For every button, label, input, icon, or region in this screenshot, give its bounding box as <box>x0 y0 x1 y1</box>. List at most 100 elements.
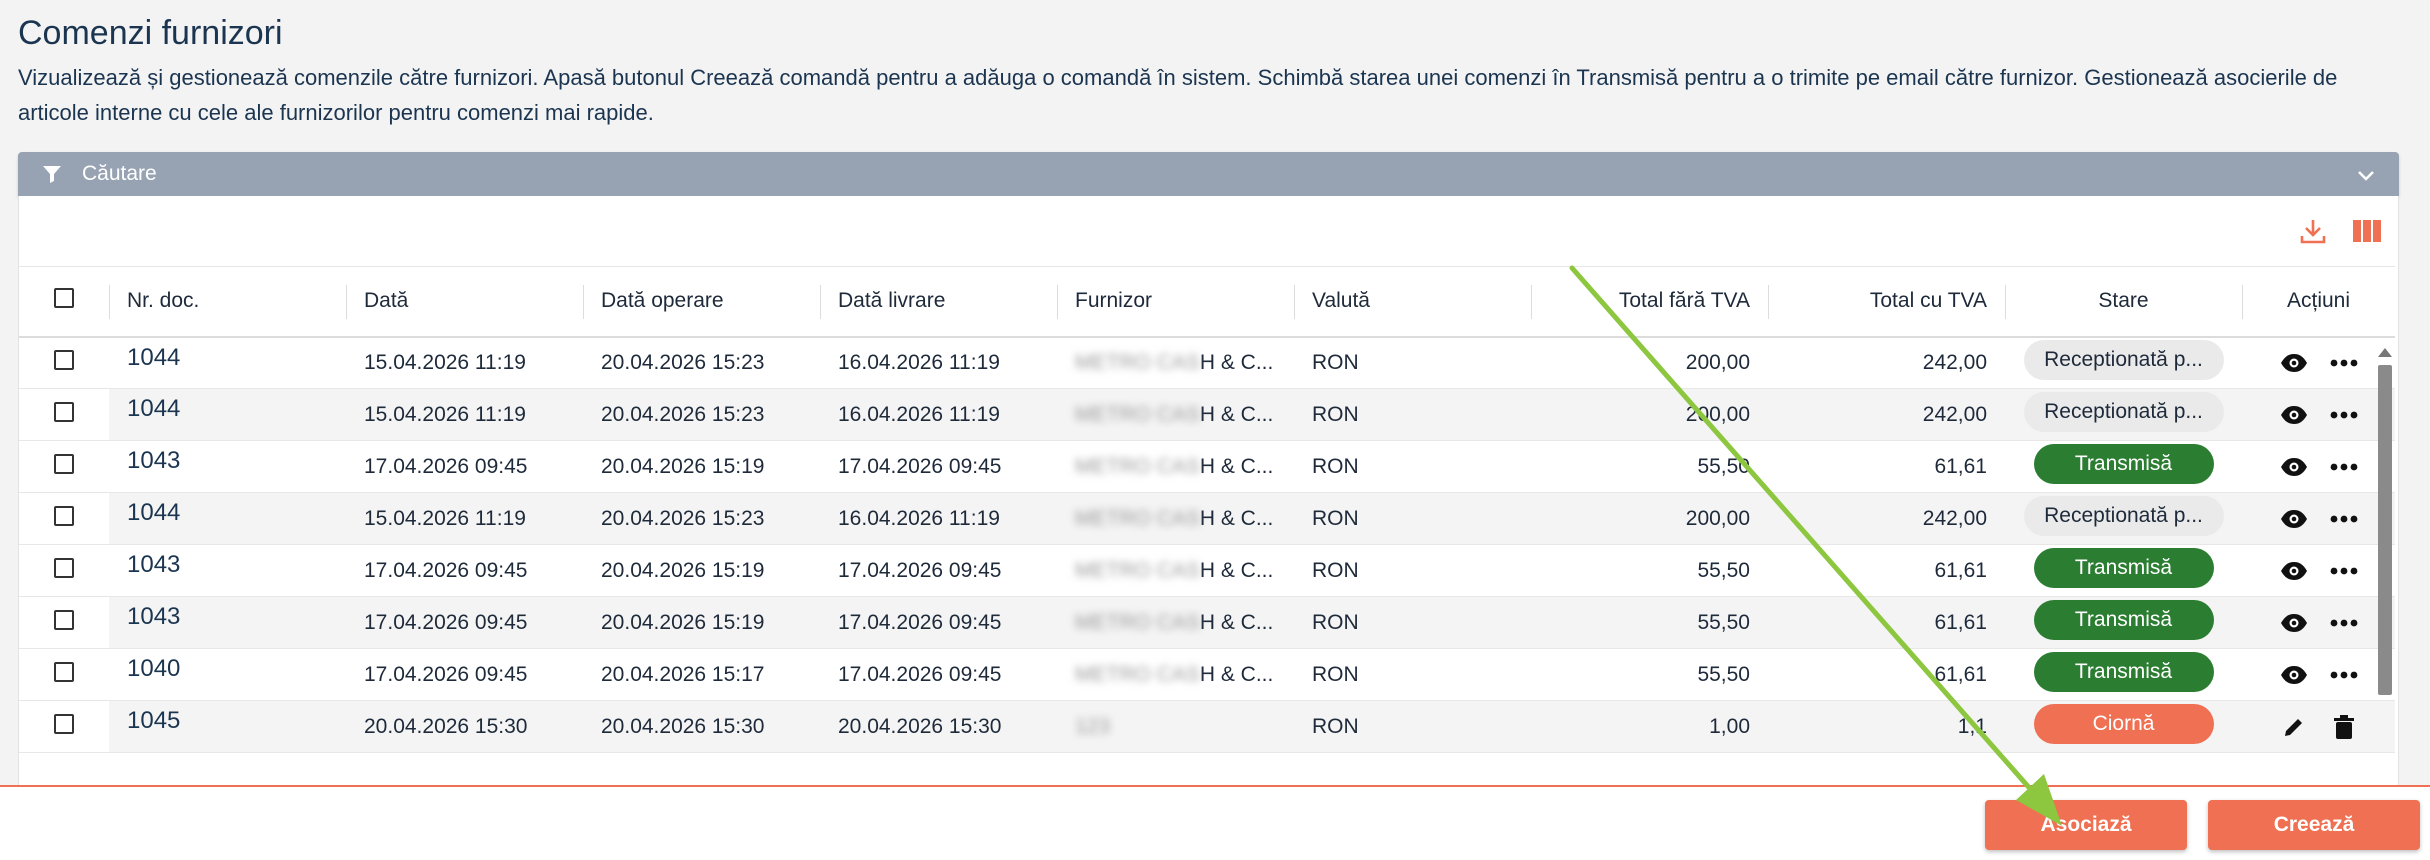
view-icon[interactable] <box>2280 661 2308 689</box>
view-icon[interactable] <box>2280 349 2308 377</box>
table-row[interactable]: 1044 15.04.2026 11:19 20.04.2026 15:23 16.0… <box>19 388 2395 441</box>
table-row[interactable]: 1043 17.04.2026 09:45 20.04.2026 15:19 17.0… <box>19 596 2395 649</box>
cell-currency: RON <box>1312 454 1359 478</box>
row-checkbox[interactable] <box>54 713 74 734</box>
more-options-icon[interactable] <box>2330 349 2358 377</box>
scroll-up-arrow[interactable] <box>2378 348 2392 357</box>
col-actions: Acțiuni <box>2242 267 2395 337</box>
doc-number-link[interactable]: 1040 <box>109 649 346 701</box>
row-checkbox[interactable] <box>54 557 74 578</box>
more-options-icon[interactable] <box>2330 661 2358 689</box>
cell-currency: RON <box>1312 610 1359 634</box>
table-row[interactable]: 1044 15.04.2026 11:19 20.04.2026 15:23 16.0… <box>19 336 2395 389</box>
cell-date: 17.04.2026 09:45 <box>364 610 528 634</box>
table-scrollbar[interactable] <box>2376 348 2394 695</box>
doc-number-link[interactable]: 1043 <box>109 545 346 597</box>
row-checkbox[interactable] <box>54 401 74 422</box>
status-badge[interactable]: Receptionată p... <box>2023 339 2224 380</box>
table-row[interactable]: 1043 17.04.2026 09:45 20.04.2026 15:19 17.0… <box>19 440 2395 493</box>
status-badge[interactable]: Transmisă <box>2033 599 2214 640</box>
cell-date: 17.04.2026 09:45 <box>364 662 528 686</box>
status-badge[interactable]: Transmisă <box>2033 651 2214 692</box>
view-icon[interactable] <box>2280 453 2308 481</box>
redacted-text: METRO CAS <box>1075 454 1200 478</box>
cell-supplier: METRO CASH & C... <box>1057 597 1294 649</box>
page-title: Comenzi furnizori <box>18 14 283 52</box>
search-filter-label: Căutare <box>82 162 157 185</box>
supplier-visible-text: H & C... <box>1199 610 1274 634</box>
delete-icon[interactable] <box>2330 713 2358 741</box>
cell-supplier: METRO CASH & C... <box>1057 337 1294 389</box>
cell-actions <box>2242 701 2395 753</box>
cell-date: 17.04.2026 09:45 <box>364 454 528 478</box>
table-row[interactable]: 1044 15.04.2026 11:19 20.04.2026 15:23 16.0… <box>19 492 2395 545</box>
col-doc-nr[interactable]: Nr. doc. <box>109 267 346 337</box>
view-icon[interactable] <box>2280 609 2308 637</box>
more-options-icon[interactable] <box>2330 401 2358 429</box>
view-icon[interactable] <box>2280 401 2308 429</box>
cell-operation-date: 20.04.2026 15:23 <box>601 402 765 426</box>
cell-supplier: METRO CASH & C... <box>1057 649 1294 701</box>
row-checkbox[interactable] <box>54 349 74 370</box>
row-actions <box>2260 505 2377 533</box>
row-checkbox[interactable] <box>54 453 74 474</box>
table-body: 1044 15.04.2026 11:19 20.04.2026 15:23 16.0… <box>19 336 2395 753</box>
select-all-checkbox[interactable] <box>54 288 74 309</box>
cell-actions <box>2242 441 2395 493</box>
col-total-gross[interactable]: Total cu TVA <box>1768 267 2005 337</box>
edit-icon[interactable] <box>2280 713 2308 741</box>
more-options-icon[interactable] <box>2330 609 2358 637</box>
view-icon[interactable] <box>2280 505 2308 533</box>
cell-status: Ciornă <box>2005 701 2242 753</box>
footer-bar: Asociază articole Creează comandă <box>0 785 2430 860</box>
columns-icon[interactable] <box>2350 214 2384 248</box>
row-checkbox[interactable] <box>54 609 74 630</box>
cell-currency: RON <box>1312 402 1359 426</box>
table-header: Nr. doc. Dată Dată operare Dată livrare … <box>19 266 2395 337</box>
supplier-visible-text: H & C... <box>1199 506 1274 530</box>
doc-number-link[interactable]: 1044 <box>109 337 346 389</box>
col-delivery-date[interactable]: Dată livrare <box>820 267 1057 337</box>
cell-supplier: 123 <box>1057 701 1294 753</box>
col-currency[interactable]: Valută <box>1294 267 1531 337</box>
cell-delivery-date: 16.04.2026 11:19 <box>838 350 1000 374</box>
status-badge[interactable]: Transmisă <box>2033 443 2214 484</box>
cell-actions <box>2242 337 2395 389</box>
more-options-icon[interactable] <box>2330 557 2358 585</box>
redacted-text: METRO CAS <box>1075 610 1200 634</box>
table-row[interactable]: 1040 17.04.2026 09:45 20.04.2026 15:17 17.0… <box>19 648 2395 701</box>
doc-number-link[interactable]: 1045 <box>109 701 346 753</box>
associate-items-button[interactable]: Asociază articole <box>1985 800 2187 850</box>
view-icon[interactable] <box>2280 557 2308 585</box>
table-row[interactable]: 1043 17.04.2026 09:45 20.04.2026 15:19 17.0… <box>19 544 2395 597</box>
col-supplier[interactable]: Furnizor <box>1057 267 1294 337</box>
page-description: Vizualizează și gestionează comenzile că… <box>18 65 2338 125</box>
more-options-icon[interactable] <box>2330 453 2358 481</box>
download-icon[interactable] <box>2296 214 2330 248</box>
table-row[interactable]: 1045 20.04.2026 15:30 20.04.2026 15:30 20.0… <box>19 700 2395 753</box>
row-checkbox[interactable] <box>54 505 74 526</box>
col-status[interactable]: Stare <box>2005 267 2242 337</box>
more-options-icon[interactable] <box>2330 505 2358 533</box>
status-badge[interactable]: Receptionată p... <box>2023 391 2224 432</box>
create-order-button[interactable]: Creează comandă <box>2208 800 2420 850</box>
scrollbar-thumb[interactable] <box>2378 365 2392 695</box>
doc-number-link[interactable]: 1043 <box>109 597 346 649</box>
doc-number-link[interactable]: 1043 <box>109 441 346 493</box>
cell-delivery-date: 17.04.2026 09:45 <box>838 454 1002 478</box>
doc-number-link[interactable]: 1044 <box>109 493 346 545</box>
col-date[interactable]: Dată <box>346 267 583 337</box>
search-filter-bar[interactable]: Căutare <box>18 152 2399 196</box>
chevron-down-icon[interactable] <box>2355 164 2377 186</box>
cell-status: Transmisă <box>2005 545 2242 597</box>
status-badge[interactable]: Transmisă <box>2033 547 2214 588</box>
doc-number-link[interactable]: 1044 <box>109 389 346 441</box>
col-operation-date[interactable]: Dată operare <box>583 267 820 337</box>
row-checkbox[interactable] <box>54 661 74 682</box>
col-total-net[interactable]: Total fără TVA <box>1531 267 1768 337</box>
status-badge[interactable]: Receptionată p... <box>2023 495 2224 536</box>
status-badge[interactable]: Ciornă <box>2033 703 2214 744</box>
cell-total-gross: 61,61 <box>1934 610 1987 634</box>
cell-total-gross: 242,00 <box>1922 506 1987 530</box>
cell-operation-date: 20.04.2026 15:19 <box>601 454 765 478</box>
